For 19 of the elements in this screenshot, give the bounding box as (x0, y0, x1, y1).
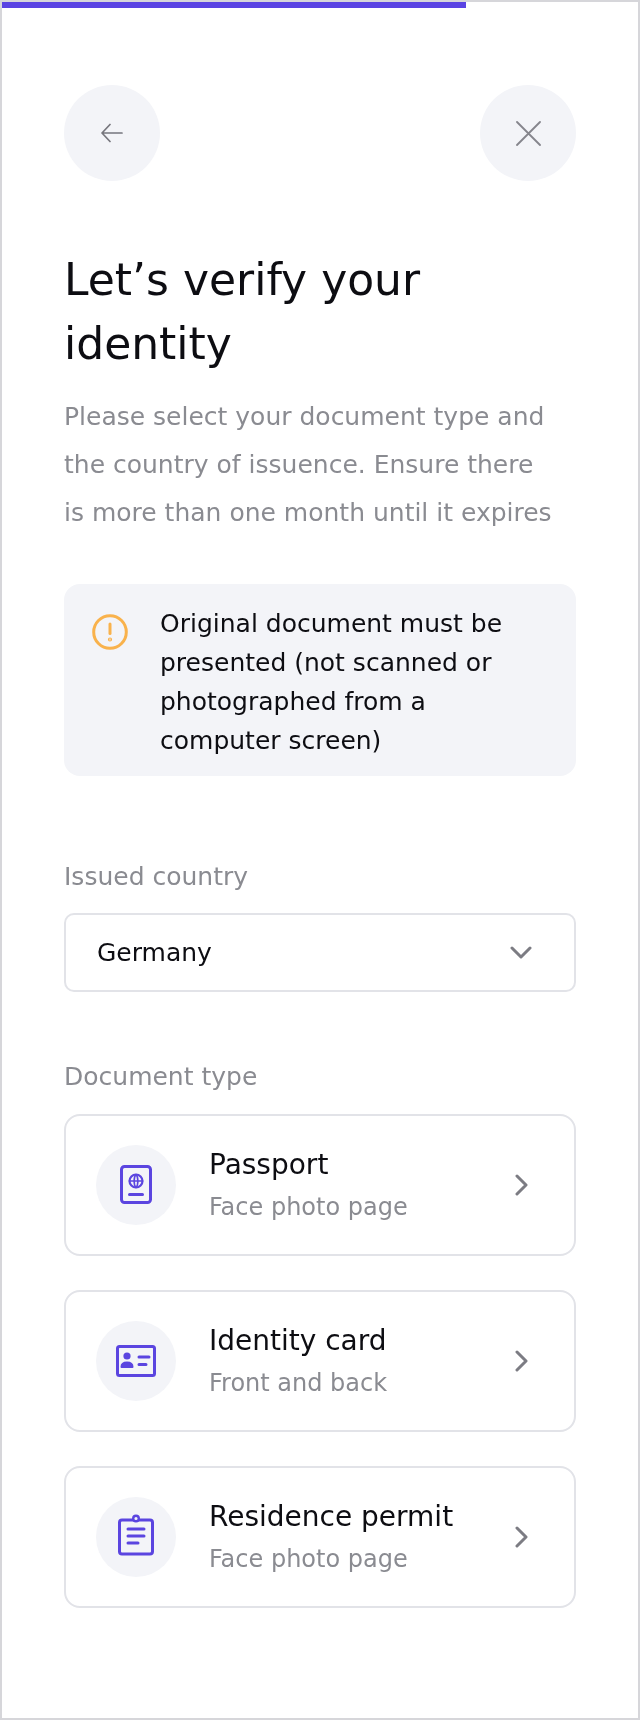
id-card-icon (96, 1321, 176, 1401)
document-option[interactable]: Passport Face photo page (64, 1114, 576, 1256)
notice-text: Original document must be presented (not scanned or photographed from a computer screen) (160, 608, 504, 757)
chevron-right-icon (515, 1174, 528, 1196)
warning-icon (92, 614, 128, 650)
description-text: Please select your document type and the country of issuence. Ensure there is more than one month until it expires (64, 401, 553, 529)
country-dropdown[interactable]: Germany (64, 913, 576, 992)
chevron-right-icon (515, 1350, 528, 1372)
arrow-left-icon (101, 123, 123, 143)
passport-icon (96, 1145, 176, 1225)
chevron-right-icon (515, 1526, 528, 1548)
section-label: Document type (64, 1061, 259, 1093)
field-label: Issued country (64, 861, 250, 893)
chevron-down-icon (510, 946, 532, 959)
document-option[interactable]: Residence permit Face photo page (64, 1466, 576, 1608)
document-option[interactable]: Identity card Front and back (64, 1290, 576, 1432)
clipboard-icon (96, 1497, 176, 1577)
page-title: Let’s verify your identity (64, 253, 422, 371)
close-icon (515, 120, 541, 146)
